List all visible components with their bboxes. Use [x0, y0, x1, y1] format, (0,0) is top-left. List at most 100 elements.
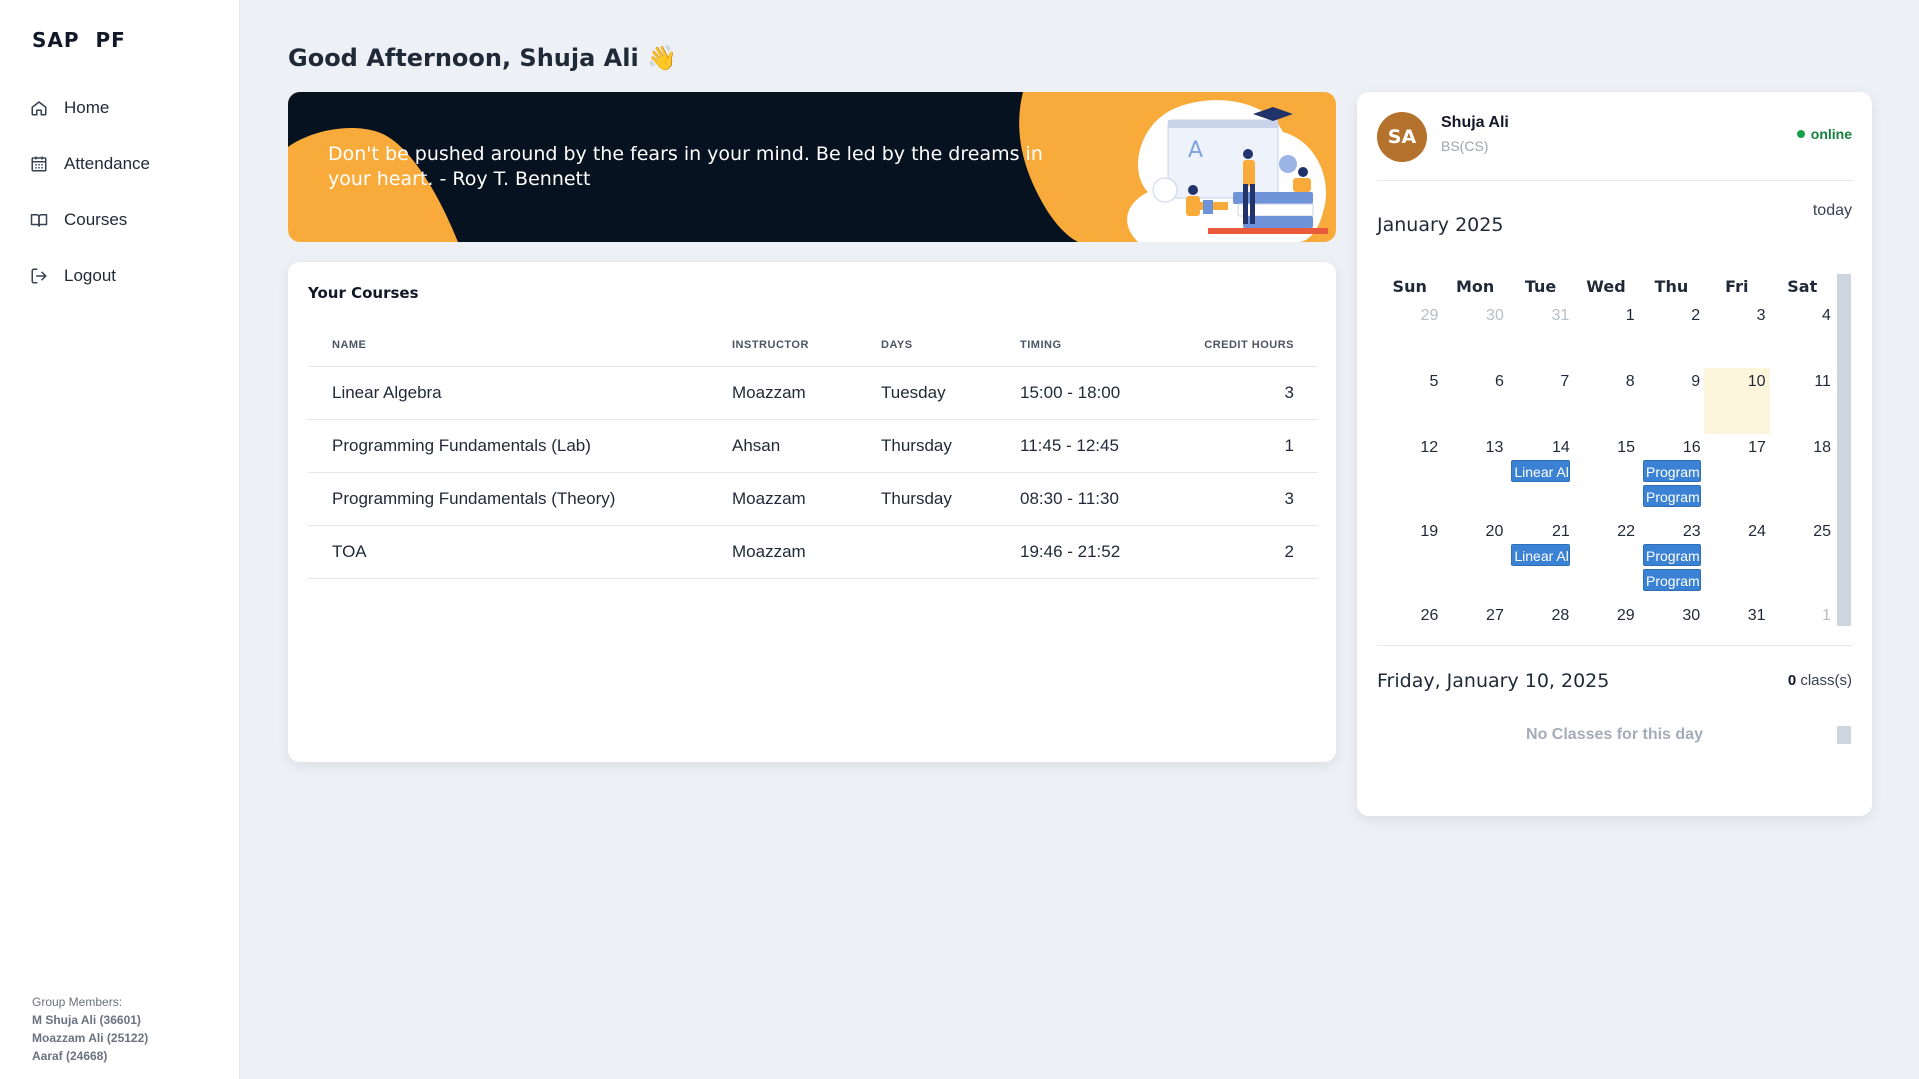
column-header-days: DAYS [857, 324, 996, 367]
course-timing: 08:30 - 11:30 [996, 472, 1166, 526]
calendar-grid: Sun Mon Tue Wed Thu Fri Sat 29 30 31 1 2 3 4 5 6 7 8 9 10 1… [1377, 272, 1835, 642]
sidebar-item-label: Logout [64, 266, 116, 285]
calendar-week: 5 6 7 8 9 10 11 [1377, 368, 1835, 434]
calendar-day[interactable]: 6 [1442, 368, 1507, 434]
day-number: 1 [1822, 607, 1831, 624]
calendar-day-today[interactable]: 10 [1704, 368, 1770, 434]
sidebar-item-home[interactable]: Home [30, 92, 230, 124]
course-credit-hours: 2 [1166, 525, 1318, 579]
day-number: 26 [1420, 607, 1439, 624]
status-badge: online [1796, 126, 1852, 142]
group-members: Group Members: M Shuja Ali (36601) Moazz… [32, 993, 148, 1065]
courses-table: NAME INSTRUCTOR DAYS TIMING CREDIT HOURS… [308, 324, 1318, 579]
sidebar-item-logout[interactable]: Logout [30, 260, 230, 292]
calendar-event[interactable]: Linear Al [1511, 460, 1570, 482]
table-row[interactable]: Programming Fundamentals (Lab) Ahsan Thu… [308, 419, 1318, 473]
class-count-suffix: class(s) [1796, 672, 1852, 689]
calendar-day[interactable]: 31 [1704, 602, 1769, 642]
app-brand: SAP PF [32, 28, 126, 52]
course-days [857, 525, 996, 579]
calendar-day[interactable]: 9 [1639, 368, 1704, 434]
day-number: 2 [1691, 307, 1701, 324]
calendar-day[interactable]: 7 [1508, 368, 1573, 434]
course-credit-hours: 1 [1166, 419, 1318, 473]
sidebar-item-label: Courses [64, 210, 128, 229]
weekday-label: Thu [1654, 277, 1689, 296]
sidebar-nav: Home Attendance Courses Logout [30, 92, 230, 316]
course-days: Tuesday [857, 366, 996, 420]
calendar-week: 12 13 14 Linear Al 15 16 Program Program 17 18 [1377, 434, 1835, 518]
calendar-scrollbar[interactable] [1837, 274, 1851, 626]
group-member: M Shuja Ali (36601) [32, 1013, 141, 1027]
calendar-day[interactable]: 5 [1377, 368, 1442, 434]
calendar-day[interactable]: 4 [1770, 302, 1835, 368]
calendar-day[interactable]: 2 [1639, 302, 1704, 368]
weekday-label: Fri [1725, 277, 1749, 296]
calendar-day[interactable]: 24 [1705, 518, 1770, 602]
day-number: 15 [1617, 439, 1635, 456]
calendar-day[interactable]: 17 [1705, 434, 1770, 518]
course-days: Thursday [857, 472, 996, 526]
svg-text:A: A [1188, 138, 1203, 163]
calendar-day[interactable]: 14 Linear Al [1507, 434, 1573, 518]
calendar-day[interactable]: 30 [1639, 602, 1704, 642]
profile-calendar-panel: SA Shuja Ali BS(CS) online January 2025 … [1357, 92, 1872, 816]
calendar-event[interactable]: Linear Al [1511, 544, 1570, 566]
group-member: Moazzam Ali (25122) [32, 1031, 149, 1045]
weekday-label: Tue [1524, 277, 1557, 296]
today-button[interactable]: today [1813, 202, 1852, 220]
day-number: 11 [1814, 373, 1831, 390]
course-timing: 15:00 - 18:00 [996, 366, 1166, 420]
calendar-day[interactable]: 21 Linear Al [1507, 518, 1573, 602]
calendar-day[interactable]: 25 [1770, 518, 1835, 602]
calendar-event[interactable]: Program [1643, 569, 1701, 591]
calendar-day[interactable]: 27 [1442, 602, 1507, 642]
calendar-day[interactable]: 8 [1573, 368, 1638, 434]
calendar-day[interactable]: 12 [1377, 434, 1442, 518]
sidebar-item-courses[interactable]: Courses [30, 204, 230, 236]
day-number: 1 [1625, 307, 1635, 324]
table-row[interactable]: TOA Moazzam 19:46 - 21:52 2 [308, 525, 1318, 579]
course-name: Programming Fundamentals (Lab) [308, 419, 708, 473]
calendar-day[interactable]: 23 Program Program [1639, 518, 1705, 602]
calendar-day[interactable]: 1 [1770, 602, 1835, 642]
day-number: 12 [1420, 439, 1439, 456]
sidebar-item-attendance[interactable]: Attendance [30, 148, 230, 180]
calendar-day[interactable]: 1 [1573, 302, 1638, 368]
class-count-number: 0 [1787, 672, 1797, 689]
calendar-event[interactable]: Program [1643, 460, 1701, 482]
day-number: 24 [1748, 523, 1766, 540]
calendar-day[interactable]: 3 [1704, 302, 1769, 368]
calendar-day[interactable]: 29 [1377, 302, 1442, 368]
calendar-day[interactable]: 22 [1574, 518, 1639, 602]
course-instructor: Moazzam [708, 525, 857, 579]
day-number: 6 [1494, 373, 1504, 390]
calendar-day[interactable]: 29 [1573, 602, 1638, 642]
sidebar: SAP PF Home Attendance Courses Logout Gr… [0, 0, 240, 1079]
calendar-day[interactable]: 19 [1377, 518, 1442, 602]
calendar-day[interactable]: 28 [1508, 602, 1573, 642]
column-header-instructor: INSTRUCTOR [708, 324, 857, 367]
calendar-event[interactable]: Program [1643, 485, 1701, 507]
calendar-day[interactable]: 18 [1770, 434, 1835, 518]
day-number: 27 [1486, 607, 1504, 624]
calendar-event[interactable]: Program [1643, 544, 1701, 566]
book-icon [30, 214, 48, 227]
table-row[interactable]: Linear Algebra Moazzam Tuesday 15:00 - 1… [308, 366, 1318, 420]
calendar-day[interactable]: 13 [1442, 434, 1507, 518]
calendar-grid-icon [31, 156, 47, 172]
home-icon [31, 101, 47, 116]
calendar-day[interactable]: 26 [1377, 602, 1442, 642]
day-number: 20 [1485, 523, 1504, 540]
calendar-day[interactable]: 31 [1508, 302, 1573, 368]
calendar-month-title: January 2025 [1377, 214, 1504, 236]
course-credit-hours: 3 [1166, 366, 1318, 420]
calendar-day[interactable]: 16 Program Program [1639, 434, 1705, 518]
schedule-scrollbar[interactable] [1837, 726, 1851, 744]
calendar-day[interactable]: 30 [1442, 302, 1507, 368]
day-number: 9 [1691, 373, 1701, 390]
calendar-day[interactable]: 11 [1770, 368, 1835, 434]
table-row[interactable]: Programming Fundamentals (Theory) Moazza… [308, 472, 1318, 526]
calendar-day[interactable]: 20 [1442, 518, 1507, 602]
calendar-day[interactable]: 15 [1574, 434, 1639, 518]
